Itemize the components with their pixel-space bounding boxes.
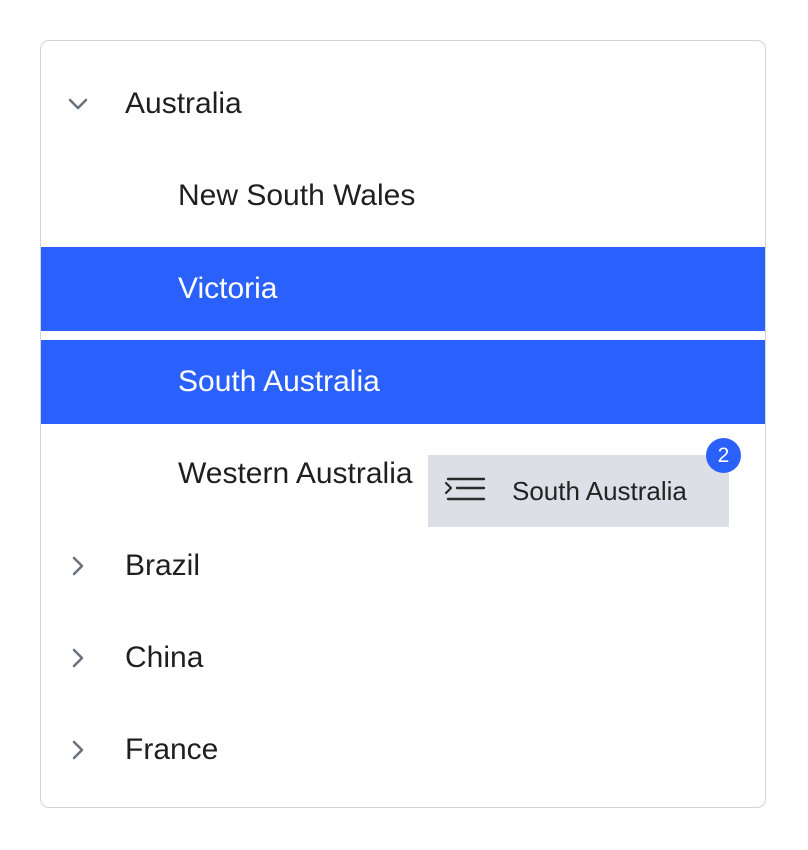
chevron-right-icon[interactable] <box>63 551 93 581</box>
tree-item-label: New South Wales <box>178 179 416 212</box>
drag-handle-icon <box>444 475 486 507</box>
tree-item-australia[interactable]: Australia <box>41 62 765 146</box>
tree-item-france[interactable]: France <box>41 708 765 792</box>
tree-panel: Australia New South Wales Victoria South… <box>40 40 766 808</box>
tree-item-label: France <box>125 733 219 766</box>
tree-item-china[interactable]: China <box>41 616 765 700</box>
tree-item-new-south-wales[interactable]: New South Wales <box>41 154 765 238</box>
tree-item-label: China <box>125 641 204 674</box>
chevron-right-icon[interactable] <box>63 735 93 765</box>
chevron-down-icon[interactable] <box>63 89 93 119</box>
tree-item-victoria[interactable]: Victoria <box>41 247 765 331</box>
drag-preview-label: South Australia <box>512 475 687 506</box>
tree-item-label: Western Australia <box>178 457 413 490</box>
drag-preview[interactable]: South Australia <box>428 455 729 527</box>
tree-item-brazil[interactable]: Brazil <box>41 524 765 608</box>
chevron-right-icon[interactable] <box>63 643 93 673</box>
tree-item-label: Brazil <box>125 549 201 582</box>
tree-item-label: Australia <box>125 87 242 120</box>
drag-count-badge: 2 <box>706 438 741 473</box>
tree-item-label: South Australia <box>178 365 380 398</box>
tree-item-south-australia[interactable]: South Australia <box>41 340 765 424</box>
tree-item-label: Victoria <box>178 272 278 305</box>
